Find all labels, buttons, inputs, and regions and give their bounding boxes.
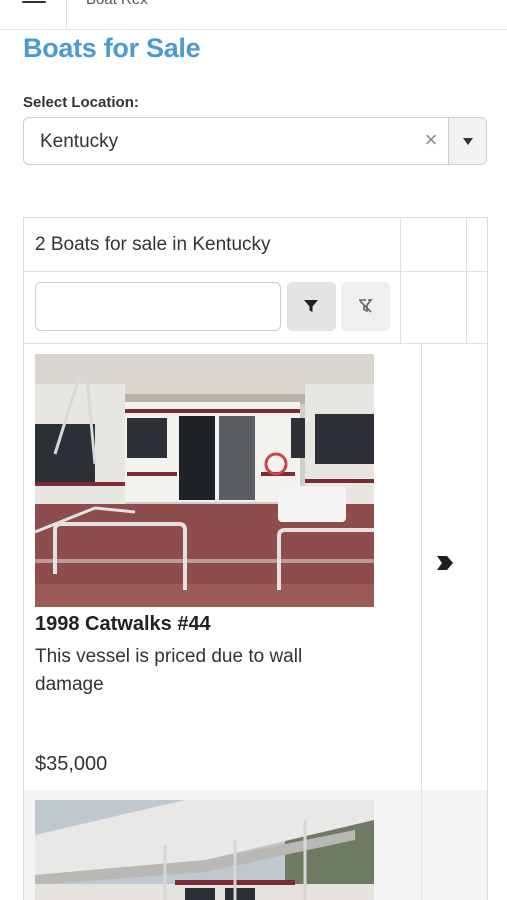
header-divider (24, 271, 487, 272)
boat-price: $35,000 (35, 753, 108, 775)
brand-name[interactable]: Boat Rex (86, 0, 148, 8)
caret-down-icon[interactable] (448, 118, 486, 164)
clear-filter-button[interactable] (341, 282, 390, 331)
header-column-divider-2 (466, 218, 467, 343)
page-title: Boats for Sale (23, 33, 201, 63)
filter-button[interactable] (287, 282, 336, 331)
top-navbar: Boat Rex (0, 0, 507, 30)
header-column-divider (400, 218, 401, 343)
boat-description: This vessel is priced due to wall damage (35, 646, 303, 695)
location-label: Select Location: (23, 94, 139, 111)
location-select-value: Kentucky (40, 131, 119, 152)
boat-photo-2[interactable] (35, 800, 374, 900)
results-count: 2 Boats for sale in Kentucky (35, 234, 271, 255)
filter-input[interactable] (35, 282, 281, 331)
funnel-icon (304, 300, 318, 312)
boat-photo[interactable] (35, 354, 374, 607)
hamburger-icon[interactable] (22, 0, 46, 6)
row-column-divider (421, 343, 422, 900)
clear-filter-icon (359, 299, 373, 313)
chevron-right-icon[interactable] (436, 555, 454, 571)
filter-row-divider (24, 343, 487, 344)
boat-title[interactable]: 1998 Catwalks #44 (35, 613, 211, 636)
location-select[interactable]: Kentucky × (23, 117, 487, 165)
boats-table: 2 Boats for sale in Kentucky 1998 Catwal… (23, 217, 488, 900)
clear-selection-icon[interactable]: × (420, 127, 442, 153)
navbar-divider (66, 0, 67, 30)
